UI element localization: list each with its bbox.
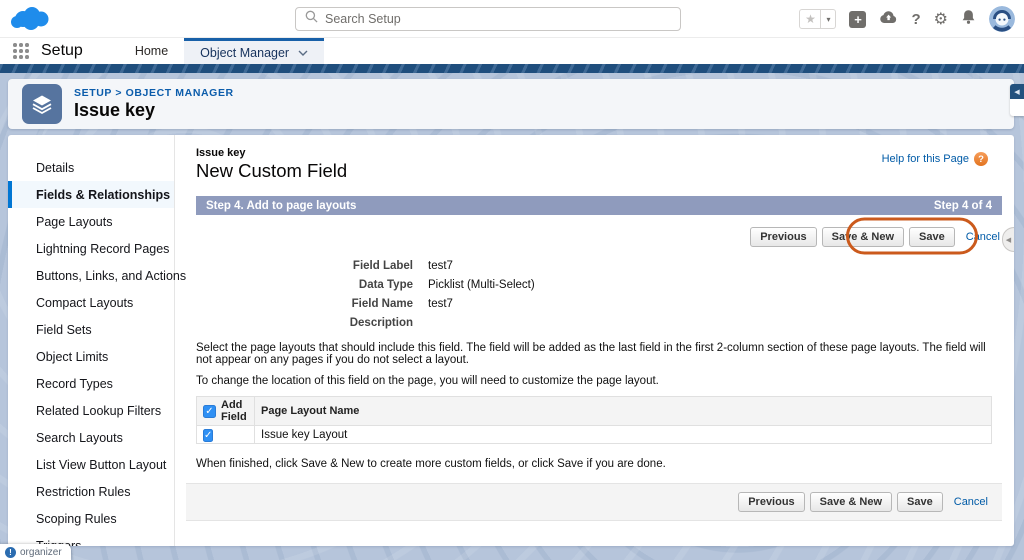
- page-title: Issue key: [74, 100, 234, 121]
- page-header-text: SETUP > OBJECT MANAGER Issue key: [74, 87, 234, 121]
- help-link-label: Help for this Page: [882, 153, 969, 165]
- data-type-label: Data Type: [196, 279, 428, 293]
- sidebar-item-compact-layouts[interactable]: Compact Layouts: [8, 289, 174, 316]
- field-name-label: Field Name: [196, 298, 428, 312]
- intro-text-1: Select the page layouts that should incl…: [196, 342, 1002, 366]
- sidebar-item-scoping-rules[interactable]: Scoping Rules: [8, 505, 174, 532]
- add-field-column-header: Add Field: [221, 399, 248, 423]
- sidebar-item-fields-relationships[interactable]: Fields & Relationships: [8, 181, 174, 208]
- field-row: Field Label test7: [196, 260, 1002, 274]
- header-dark-strip: [0, 64, 1024, 73]
- page-layout-name-column-header: Page Layout Name: [255, 397, 992, 426]
- table-row: ✓ Issue key Layout: [197, 426, 992, 444]
- search-icon: [305, 10, 318, 28]
- add-field-header-checkbox[interactable]: ✓: [203, 405, 216, 418]
- save-button-bottom[interactable]: Save: [897, 492, 943, 512]
- intro-text-2: To change the location of this field on …: [196, 375, 1002, 387]
- content-card: Details Fields & Relationships Page Layo…: [8, 135, 1014, 546]
- previous-button-bottom[interactable]: Previous: [738, 492, 804, 512]
- cloud-upload-icon[interactable]: [879, 10, 898, 29]
- page-header: SETUP > OBJECT MANAGER Issue key: [8, 79, 1014, 129]
- setup-nav-bar: Setup Home Object Manager: [0, 38, 1024, 64]
- user-avatar[interactable]: [989, 6, 1015, 32]
- step-header-label: Step 4. Add to page layouts: [206, 200, 356, 212]
- breadcrumb[interactable]: SETUP > OBJECT MANAGER: [74, 87, 234, 99]
- row-checkbox[interactable]: ✓: [203, 429, 213, 442]
- sidebar-item-lightning-record-pages[interactable]: Lightning Record Pages: [8, 235, 174, 262]
- object-sidebar: Details Fields & Relationships Page Layo…: [8, 135, 175, 546]
- layout-name-cell: Issue key Layout: [255, 426, 992, 444]
- sidebar-item-related-lookup-filters[interactable]: Related Lookup Filters: [8, 397, 174, 424]
- step-header-bar: Step 4. Add to page layouts Step 4 of 4: [196, 196, 1002, 215]
- object-icon: [22, 84, 62, 124]
- favorites-dropdown-icon[interactable]: ▾: [821, 9, 836, 29]
- tab-home[interactable]: Home: [119, 38, 184, 64]
- tab-object-manager[interactable]: Object Manager: [184, 38, 324, 64]
- table-header-row: ✓ Add Field Page Layout Name: [197, 397, 992, 426]
- help-question-icon[interactable]: ?: [974, 152, 988, 166]
- data-type-value: Picklist (Multi-Select): [428, 279, 535, 293]
- previous-button[interactable]: Previous: [750, 227, 816, 247]
- field-summary: Field Label test7 Data Type Picklist (Mu…: [196, 260, 1002, 331]
- footer-note: When finished, click Save & New to creat…: [196, 458, 1002, 470]
- save-button[interactable]: Save: [909, 227, 955, 247]
- sidebar-item-object-limits[interactable]: Object Limits: [8, 343, 174, 370]
- field-label-value: test7: [428, 260, 453, 274]
- save-and-new-button-bottom[interactable]: Save & New: [810, 492, 892, 512]
- sidebar-item-list-view-button-layout[interactable]: List View Button Layout: [8, 451, 174, 478]
- chevron-down-icon: [298, 50, 308, 56]
- main-panel: Issue key New Custom Field Help for this…: [176, 135, 1014, 546]
- bell-icon[interactable]: [961, 9, 976, 30]
- utility-icons: ★ ▾ + ? ⚙: [799, 0, 1015, 38]
- search-input[interactable]: [325, 12, 671, 26]
- favorite-star-icon[interactable]: ★: [799, 9, 821, 29]
- field-label-label: Field Label: [196, 260, 428, 274]
- help-for-this-page-link[interactable]: Help for this Page ?: [882, 152, 988, 166]
- sidebar-item-buttons-links-actions[interactable]: Buttons, Links, and Actions: [8, 262, 174, 289]
- top-button-row: Previous Save & New Save Cancel: [196, 215, 1002, 257]
- field-row: Data Type Picklist (Multi-Select): [196, 279, 1002, 293]
- page-layouts-table: ✓ Add Field Page Layout Name ✓ Issue key…: [196, 396, 992, 444]
- save-and-new-button[interactable]: Save & New: [822, 227, 904, 247]
- cancel-link[interactable]: Cancel: [966, 231, 1000, 243]
- organizer-badge[interactable]: ! organizer: [0, 544, 71, 560]
- description-label: Description: [196, 317, 428, 331]
- sidebar-item-page-layouts[interactable]: Page Layouts: [8, 208, 174, 235]
- app-name-label: Setup: [41, 42, 83, 60]
- sidebar-item-record-types[interactable]: Record Types: [8, 370, 174, 397]
- organizer-label: organizer: [20, 547, 62, 558]
- app-launcher-icon[interactable]: [13, 43, 29, 59]
- sidebar-item-search-layouts[interactable]: Search Layouts: [8, 424, 174, 451]
- gear-icon[interactable]: ⚙: [934, 11, 948, 27]
- global-search: [295, 7, 681, 31]
- field-row: Description: [196, 317, 1002, 331]
- sidebar-item-restriction-rules[interactable]: Restriction Rules: [8, 478, 174, 505]
- bottom-button-row: Previous Save & New Save Cancel: [186, 483, 1002, 521]
- step-indicator: Step 4 of 4: [934, 200, 992, 212]
- field-row: Field Name test7: [196, 298, 1002, 312]
- field-name-value: test7: [428, 298, 453, 312]
- favorites-control: ★ ▾: [799, 9, 836, 29]
- cancel-link-bottom[interactable]: Cancel: [954, 496, 988, 508]
- collapse-panel-icon[interactable]: ◀: [1010, 84, 1024, 99]
- add-icon[interactable]: +: [849, 11, 866, 28]
- organizer-icon: !: [5, 547, 16, 558]
- tab-object-manager-label: Object Manager: [200, 46, 289, 60]
- collapse-panel-tab[interactable]: ◀: [1010, 84, 1024, 116]
- salesforce-logo-icon: [10, 4, 56, 39]
- sidebar-item-field-sets[interactable]: Field Sets: [8, 316, 174, 343]
- sidebar-item-details[interactable]: Details: [8, 154, 174, 181]
- help-icon[interactable]: ?: [911, 11, 920, 28]
- utility-bar: ★ ▾ + ? ⚙: [0, 0, 1024, 38]
